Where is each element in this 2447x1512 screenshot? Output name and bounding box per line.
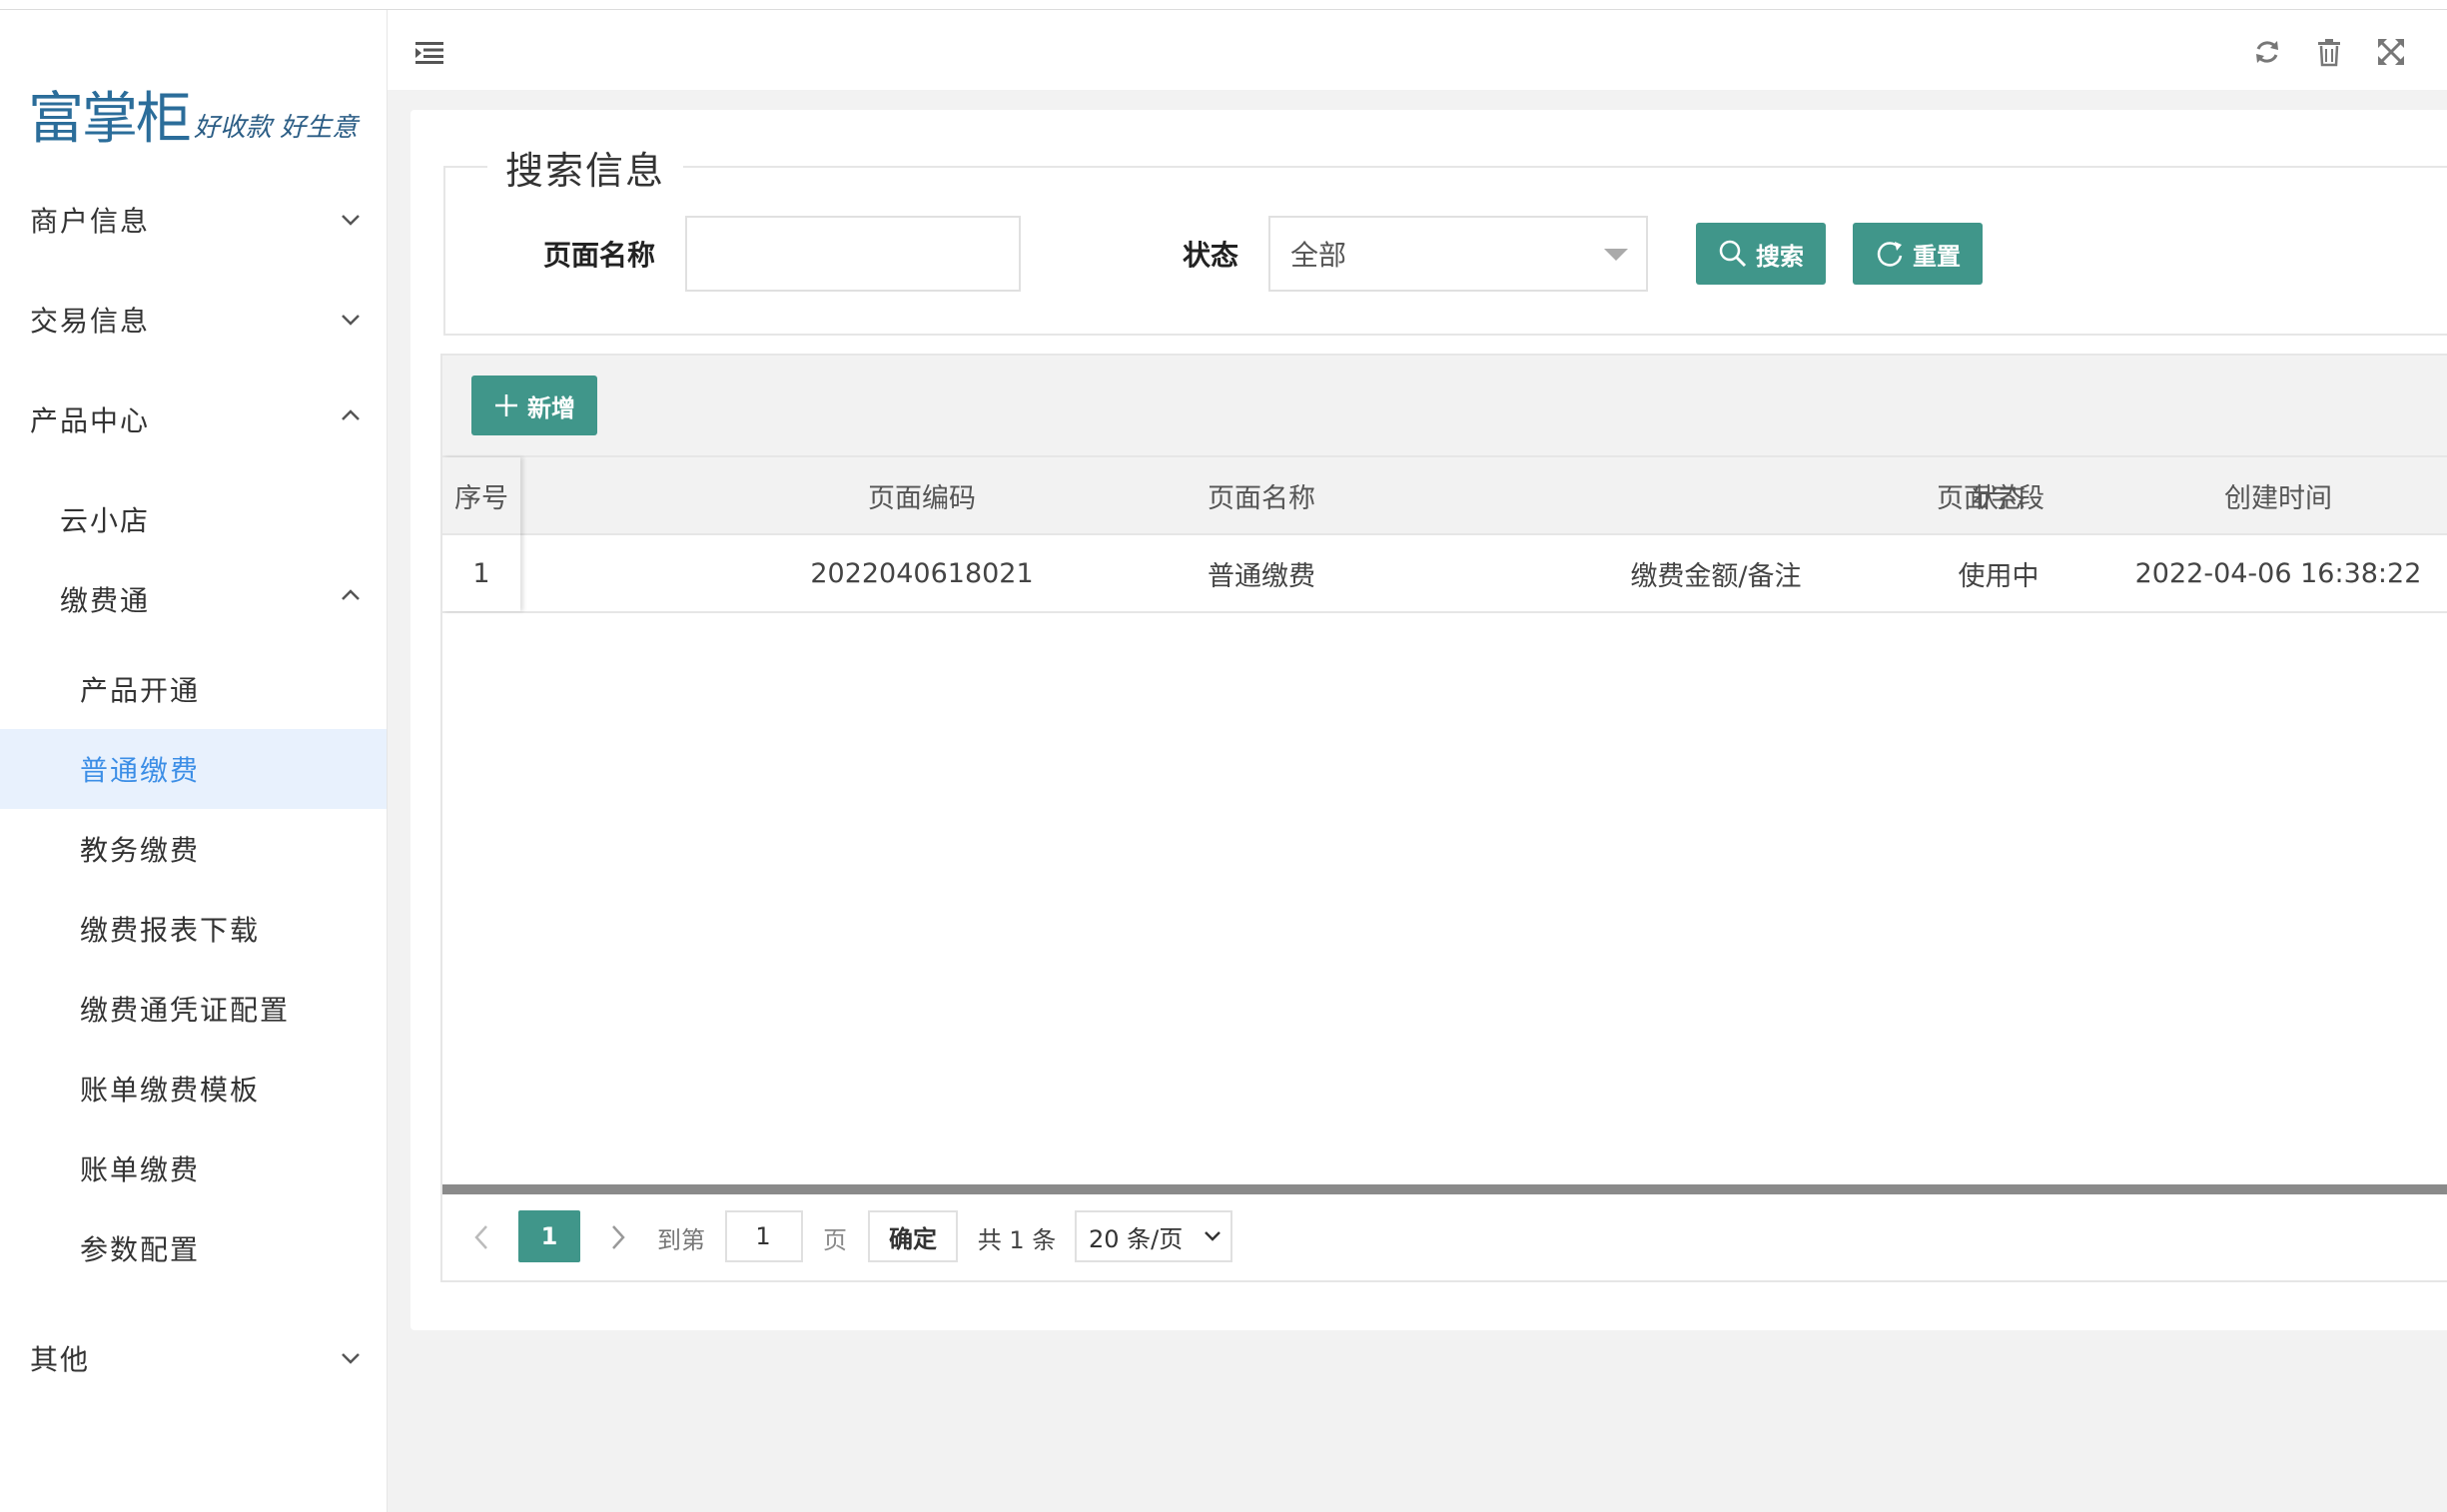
- horizontal-scrollbar[interactable]: [442, 1184, 2447, 1194]
- logo-main: 富掌柜: [28, 87, 192, 152]
- menu-collapse-icon[interactable]: [413, 34, 445, 66]
- sidebar-item-label: 教务缴费: [80, 834, 201, 867]
- sidebar-item-label: 普通缴费: [80, 754, 201, 787]
- sidebar-item-label: 参数配置: [80, 1233, 201, 1266]
- search-button[interactable]: 搜索: [1696, 223, 1826, 285]
- refresh-icon[interactable]: [2251, 36, 2283, 68]
- sidebar-item-label: 账单缴费: [80, 1153, 201, 1186]
- goto-label: 到第: [657, 1225, 705, 1254]
- sidebar-item-cloud-shop[interactable]: 云小店: [0, 483, 387, 555]
- caret-down-icon: [1604, 248, 1628, 267]
- page-unit-label: 页: [823, 1225, 847, 1254]
- chevron-up-icon: [341, 587, 360, 603]
- top-header: [388, 10, 2447, 90]
- page-name-label: 页面名称: [543, 239, 656, 272]
- sidebar-item-normal-payment[interactable]: 普通缴费: [0, 729, 387, 809]
- goto-page-input[interactable]: [725, 1210, 803, 1262]
- search-icon: [1719, 240, 1747, 268]
- sidebar-item-label: 商户信息: [30, 205, 151, 238]
- chevron-down-icon: [341, 312, 360, 328]
- sidebar-item-bill-template[interactable]: 账单缴费模板: [0, 1053, 387, 1125]
- fixed-column-shadow: [442, 457, 520, 611]
- prev-page-icon[interactable]: [465, 1220, 497, 1254]
- sidebar-item-label: 缴费报表下载: [80, 914, 261, 947]
- total-count: 共 1 条: [977, 1225, 1057, 1254]
- sidebar-item-label: 缴费通: [60, 584, 151, 617]
- sidebar-item-payment-report-download[interactable]: 缴费报表下载: [0, 893, 387, 965]
- status-label: 状态: [1183, 239, 1239, 272]
- plus-icon: [495, 394, 517, 416]
- sidebar-item-label: 缴费通凭证配置: [80, 994, 291, 1027]
- sidebar-item-payment-pass[interactable]: 缴费通: [0, 563, 387, 635]
- status-select[interactable]: 全部: [1268, 216, 1648, 292]
- chevron-down-icon: [1203, 1228, 1223, 1248]
- reset-button-label: 重置: [1913, 242, 1961, 271]
- sidebar-item-merchant-info[interactable]: 商户信息: [0, 184, 387, 256]
- trash-icon[interactable]: [2313, 36, 2345, 68]
- sidebar-item-label: 账单缴费模板: [80, 1074, 261, 1107]
- sidebar-item-label: 云小店: [60, 504, 151, 537]
- add-button[interactable]: 新增: [471, 376, 597, 435]
- sidebar-item-param-config[interactable]: 参数配置: [0, 1212, 387, 1284]
- goto-confirm-button[interactable]: 确定: [868, 1210, 958, 1262]
- page-size-value: 20 条/页: [1089, 1224, 1184, 1253]
- reset-button[interactable]: 重置: [1853, 223, 1983, 285]
- next-page-icon[interactable]: [602, 1220, 634, 1254]
- logo-slogan: 好收款 好生意: [194, 113, 359, 143]
- page-name-input[interactable]: [685, 216, 1021, 292]
- add-button-label: 新增: [527, 393, 575, 422]
- search-legend: 搜索信息: [487, 140, 684, 195]
- sidebar-item-bill-payment[interactable]: 账单缴费: [0, 1133, 387, 1204]
- sidebar-item-label: 产品中心: [30, 404, 151, 437]
- top-border: [0, 0, 2447, 10]
- chevron-up-icon: [341, 407, 360, 423]
- sidebar-item-academic-payment[interactable]: 教务缴费: [0, 813, 387, 885]
- page-size-select[interactable]: 20 条/页: [1075, 1210, 1232, 1262]
- sidebar-item-label: 产品开通: [80, 674, 201, 707]
- sidebar-item-other[interactable]: 其他: [0, 1322, 387, 1394]
- sidebar-item-voucher-config[interactable]: 缴费通凭证配置: [0, 973, 387, 1045]
- sidebar-item-label: 其他: [30, 1343, 91, 1376]
- sidebar-item-transaction-info[interactable]: 交易信息: [0, 284, 387, 356]
- search-button-label: 搜索: [1756, 242, 1804, 271]
- reset-icon: [1877, 242, 1903, 267]
- table-toolbar: [442, 356, 2447, 457]
- logo: 富掌柜 好收款 好生意: [28, 58, 358, 148]
- sidebar-item-product-center[interactable]: 产品中心: [0, 383, 387, 455]
- chevron-down-icon: [341, 1350, 360, 1366]
- fullscreen-icon[interactable]: [2375, 36, 2407, 68]
- sidebar-item-label: 交易信息: [30, 305, 151, 338]
- table-row[interactable]: 1 2022040618021 普通缴费 缴费金额/备注 使用中 2022-04…: [442, 535, 2447, 613]
- sidebar-item-product-activation[interactable]: 产品开通: [0, 653, 387, 725]
- status-select-value: 全部: [1290, 239, 1347, 272]
- table-header: 序号 页面编码 页面名称 页面字段 状态 创建时间: [442, 457, 2447, 535]
- chevron-down-icon: [341, 212, 360, 228]
- page-number-current[interactable]: 1: [518, 1210, 580, 1262]
